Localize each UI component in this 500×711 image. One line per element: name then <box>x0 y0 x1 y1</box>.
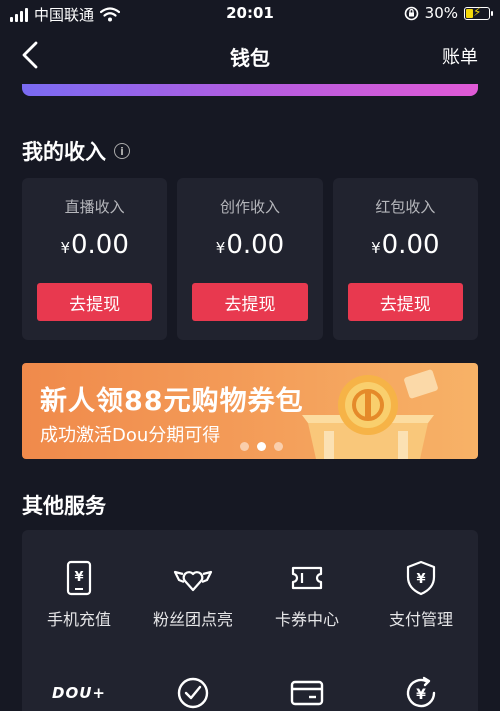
carousel-dot[interactable] <box>240 442 249 451</box>
income-amount: ¥0.00 <box>60 230 129 260</box>
info-icon[interactable]: i <box>114 143 130 159</box>
carousel-dot[interactable] <box>274 442 283 451</box>
shield-yen-icon: ¥ <box>406 560 436 596</box>
check-circle-icon <box>177 677 209 709</box>
income-label: 创作收入 <box>219 198 280 216</box>
service-dou-plus[interactable]: DOU+ <box>22 675 136 711</box>
svg-text:¥: ¥ <box>416 687 426 703</box>
withdraw-button[interactable]: 去提现 <box>192 283 308 321</box>
nav-bar: 钱包 账单 <box>0 30 500 82</box>
income-label: 直播收入 <box>64 198 125 216</box>
income-card-creation: 创作收入 ¥0.00 去提现 <box>177 178 323 340</box>
banner-title: 新人领88元购物券包 <box>40 386 304 417</box>
carousel-dots <box>240 442 283 451</box>
rotation-lock-icon <box>404 6 418 20</box>
service-item[interactable]: ¥ <box>364 675 478 711</box>
card-wallet-icon <box>290 680 324 706</box>
top-card-edge[interactable] <box>22 84 478 96</box>
status-bar: 中国联通 20:01 30% ⚡ <box>0 0 500 28</box>
income-card-redpacket: 红包收入 ¥0.00 去提现 <box>332 178 478 340</box>
coin-gift-box-illustration <box>302 369 438 459</box>
promo-banner[interactable]: 新人领88元购物券包 成功激活Dou分期可得 <box>22 363 478 459</box>
income-section-title: 我的收入 i <box>22 136 130 166</box>
withdraw-button[interactable]: 去提现 <box>37 283 153 321</box>
dou-plus-logo: DOU+ <box>52 684 106 702</box>
page-title: 钱包 <box>230 46 270 70</box>
heart-wings-icon <box>173 570 213 592</box>
services-section-title: 其他服务 <box>22 494 106 518</box>
service-fan-club[interactable]: 粉丝团点亮 <box>136 560 250 630</box>
banner-subtitle: 成功激活Dou分期可得 <box>40 425 221 446</box>
bill-link[interactable]: 账单 <box>442 43 478 69</box>
service-label: 支付管理 <box>388 610 453 629</box>
phone-recharge-icon: ¥ <box>66 560 92 596</box>
svg-text:¥: ¥ <box>416 572 425 587</box>
ticket-icon <box>291 566 323 590</box>
service-label: 卡券中心 <box>274 610 339 629</box>
withdraw-button[interactable]: 去提现 <box>347 283 463 321</box>
service-item[interactable] <box>250 675 364 711</box>
income-cards: 直播收入 ¥0.00 去提现 创作收入 ¥0.00 去提现 红包收入 ¥0.00… <box>22 178 478 340</box>
yen-refresh-icon: ¥ <box>406 676 436 708</box>
svg-text:¥: ¥ <box>74 570 83 585</box>
carousel-dot-active[interactable] <box>257 442 266 451</box>
income-label: 红包收入 <box>375 198 436 216</box>
service-coupon-center[interactable]: 卡券中心 <box>250 560 364 630</box>
service-label: 粉丝团点亮 <box>152 610 233 629</box>
service-label: 手机充值 <box>46 610 111 629</box>
service-phone-recharge[interactable]: ¥ 手机充值 <box>22 560 136 630</box>
income-amount: ¥0.00 <box>215 230 285 260</box>
service-item[interactable] <box>136 675 250 711</box>
income-card-live: 直播收入 ¥0.00 去提现 <box>22 178 168 340</box>
income-title-text: 我的收入 <box>22 140 106 164</box>
income-amount: ¥0.00 <box>371 230 440 260</box>
services-grid: ¥ 手机充值 粉丝团点亮 卡券中心 ¥ 支付管理 DOU+ ¥ <box>22 530 478 711</box>
service-payment-management[interactable]: ¥ 支付管理 <box>364 560 478 630</box>
battery-percent: 30% <box>424 4 458 22</box>
battery-icon: ⚡ <box>464 5 493 20</box>
